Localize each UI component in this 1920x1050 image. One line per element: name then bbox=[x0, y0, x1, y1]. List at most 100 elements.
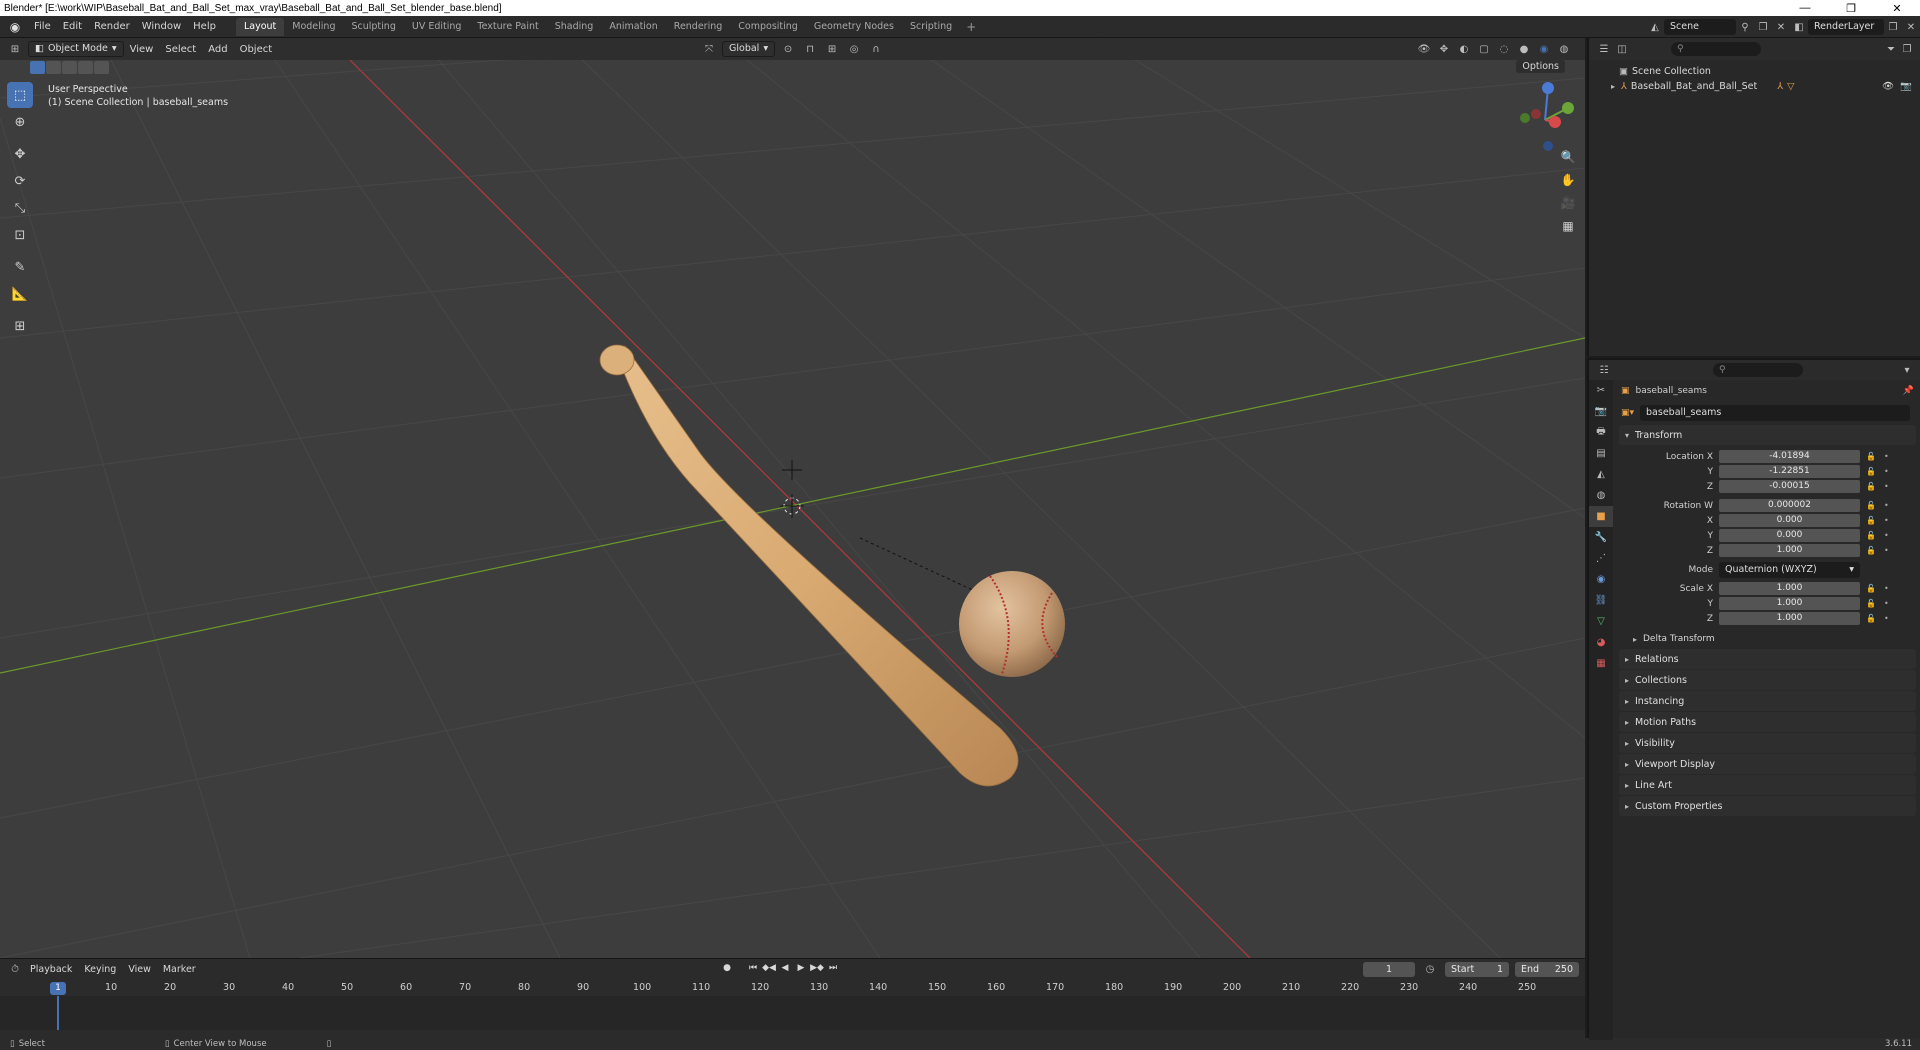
material-tab-icon[interactable]: ◕ bbox=[1589, 632, 1613, 653]
rotation-mode-dropdown[interactable]: Quaternion (WXYZ) ▾ bbox=[1719, 561, 1860, 578]
lock-icon[interactable]: 🔓 bbox=[1866, 546, 1876, 555]
line-art-panel-header[interactable]: ▸ Line Art bbox=[1619, 775, 1916, 795]
menu-select[interactable]: Select bbox=[159, 44, 202, 55]
tab-compositing[interactable]: Compositing bbox=[730, 18, 806, 36]
render-camera-icon[interactable]: 📷 bbox=[1900, 81, 1912, 92]
menu-help[interactable]: Help bbox=[187, 16, 222, 38]
menu-view[interactable]: View bbox=[124, 44, 160, 55]
editor-type-icon[interactable]: ⊞ bbox=[6, 41, 24, 57]
transform-orientation-dropdown[interactable]: Global ▾ bbox=[722, 41, 776, 57]
menu-keying[interactable]: Keying bbox=[78, 964, 122, 975]
scale-x-field[interactable]: 1.000 bbox=[1719, 582, 1860, 595]
tab-texture-paint[interactable]: Texture Paint bbox=[469, 18, 546, 36]
scene-selector[interactable]: Scene bbox=[1664, 19, 1736, 35]
scene-icon[interactable]: ◭ bbox=[1646, 19, 1664, 35]
next-keyframe-icon[interactable]: ▶◆ bbox=[810, 961, 824, 975]
ortho-grid-icon[interactable]: ▦ bbox=[1557, 215, 1579, 237]
baseball[interactable] bbox=[959, 571, 1065, 677]
keyframe-dot-icon[interactable]: • bbox=[1884, 452, 1889, 461]
solid-shading-icon[interactable]: ● bbox=[1515, 41, 1533, 57]
add-cube-tool-icon[interactable]: ⊞ bbox=[7, 313, 33, 339]
record-icon[interactable]: ● bbox=[720, 961, 734, 975]
viewport-display-panel-header[interactable]: ▸ Viewport Display bbox=[1619, 754, 1916, 774]
rendered-shading-icon[interactable]: ◍ bbox=[1555, 41, 1573, 57]
tab-rendering[interactable]: Rendering bbox=[666, 18, 731, 36]
lock-icon[interactable]: 🔓 bbox=[1866, 614, 1876, 623]
render-tab-icon[interactable]: 📷 bbox=[1589, 401, 1613, 422]
object-name-field[interactable]: baseball_seams bbox=[1640, 405, 1911, 421]
select-new-icon[interactable] bbox=[30, 61, 45, 74]
location-z-field[interactable]: -0.00015 bbox=[1719, 480, 1860, 493]
menu-playback[interactable]: Playback bbox=[24, 964, 78, 975]
keyframe-dot-icon[interactable]: • bbox=[1884, 614, 1889, 623]
lock-icon[interactable]: 🔓 bbox=[1866, 501, 1876, 510]
pivot-icon[interactable]: ⊙ bbox=[779, 41, 797, 57]
delete-scene-icon[interactable]: ✕ bbox=[1772, 19, 1790, 35]
menu-edit[interactable]: Edit bbox=[57, 16, 88, 38]
new-layer-icon[interactable]: ❐ bbox=[1884, 19, 1902, 35]
lock-icon[interactable]: 🔓 bbox=[1866, 467, 1876, 476]
world-tab-icon[interactable]: ◍ bbox=[1589, 485, 1613, 506]
instancing-panel-header[interactable]: ▸ Instancing bbox=[1619, 691, 1916, 711]
measure-tool-icon[interactable]: 📐 bbox=[7, 281, 33, 307]
eye-icon[interactable]: 👁 bbox=[1882, 81, 1894, 92]
current-frame-field[interactable]: 1 bbox=[1363, 961, 1415, 977]
keyframe-dot-icon[interactable]: • bbox=[1884, 546, 1889, 555]
proportional-edit-icon[interactable]: ◎ bbox=[845, 41, 863, 57]
rotate-tool-icon[interactable]: ⟳ bbox=[7, 168, 33, 194]
select-box-tool-icon[interactable]: ⬚ bbox=[7, 82, 33, 108]
tab-modeling[interactable]: Modeling bbox=[284, 18, 343, 36]
constraints-tab-icon[interactable]: ⛓ bbox=[1589, 590, 1613, 611]
snap-icon[interactable]: ⊓ bbox=[801, 41, 819, 57]
camera-view-icon[interactable]: 🎥 bbox=[1557, 192, 1579, 214]
outliner-editor-type-icon[interactable]: ☰ bbox=[1595, 41, 1613, 57]
particles-tab-icon[interactable]: ⋰ bbox=[1589, 548, 1613, 569]
keyframe-dot-icon[interactable]: • bbox=[1884, 467, 1889, 476]
modifier-tab-icon[interactable]: 🔧 bbox=[1589, 527, 1613, 548]
select-extend-icon[interactable] bbox=[46, 61, 61, 74]
texture-tab-icon[interactable]: ▦ bbox=[1589, 653, 1613, 674]
scale-z-field[interactable]: 1.000 bbox=[1719, 612, 1860, 625]
overlay-icon[interactable]: ◐ bbox=[1455, 41, 1473, 57]
delta-transform-subpanel[interactable]: ▸ Delta Transform bbox=[1615, 630, 1920, 648]
options-button[interactable]: Options bbox=[1516, 60, 1565, 73]
scene-tab-icon[interactable]: ◭ bbox=[1589, 464, 1613, 485]
clock-icon[interactable]: ◷ bbox=[1421, 961, 1439, 977]
object-tab-icon[interactable]: ■ bbox=[1589, 506, 1613, 527]
gizmo-icon[interactable]: ✥ bbox=[1435, 41, 1453, 57]
keyframe-dot-icon[interactable]: • bbox=[1884, 531, 1889, 540]
physics-tab-icon[interactable]: ◉ bbox=[1589, 569, 1613, 590]
start-frame-field[interactable]: Start 1 bbox=[1445, 961, 1509, 977]
cursor-tool-icon[interactable]: ⊕ bbox=[7, 109, 33, 135]
menu-object[interactable]: Object bbox=[234, 44, 279, 55]
rotation-w-field[interactable]: 0.000002 bbox=[1719, 499, 1860, 512]
relations-panel-header[interactable]: ▸ Relations bbox=[1619, 649, 1916, 669]
keyframe-dot-icon[interactable]: • bbox=[1884, 584, 1889, 593]
display-mode-icon[interactable]: ◫ bbox=[1613, 41, 1631, 57]
custom-properties-panel-header[interactable]: ▸ Custom Properties bbox=[1619, 796, 1916, 816]
motion-paths-panel-header[interactable]: ▸ Motion Paths bbox=[1619, 712, 1916, 732]
jump-start-icon[interactable]: ⏮ bbox=[746, 961, 760, 975]
playhead-frame[interactable]: 1 bbox=[50, 982, 66, 995]
chevron-down-icon[interactable]: ▾ bbox=[1898, 362, 1916, 378]
close-button[interactable]: ✕ bbox=[1874, 2, 1920, 15]
expand-arrow-icon[interactable]: ▸ bbox=[1611, 82, 1615, 91]
outliner-row-scene-collection[interactable]: ▣ Scene Collection bbox=[1589, 64, 1920, 79]
jump-end-icon[interactable]: ⏭ bbox=[826, 961, 840, 975]
visibility-icon[interactable]: 👁 bbox=[1415, 41, 1433, 57]
render-layer-selector[interactable]: RenderLayer bbox=[1808, 19, 1884, 35]
pin-icon[interactable]: ⚲ bbox=[1736, 19, 1754, 35]
data-tab-icon[interactable]: ▽ bbox=[1589, 611, 1613, 632]
xray-icon[interactable]: ▢ bbox=[1475, 41, 1493, 57]
collections-panel-header[interactable]: ▸ Collections bbox=[1619, 670, 1916, 690]
location-y-field[interactable]: -1.22851 bbox=[1719, 465, 1860, 478]
lock-icon[interactable]: 🔓 bbox=[1866, 482, 1876, 491]
playhead-line[interactable] bbox=[57, 996, 59, 1030]
tab-layout[interactable]: Layout bbox=[235, 17, 285, 36]
menu-file[interactable]: File bbox=[28, 16, 57, 38]
tool-tab-icon[interactable]: ✂ bbox=[1589, 380, 1613, 401]
keyframe-area[interactable] bbox=[0, 996, 1585, 1030]
rotation-z-field[interactable]: 1.000 bbox=[1719, 544, 1860, 557]
select-invert-icon[interactable] bbox=[78, 61, 93, 74]
snap-target-icon[interactable]: ⊞ bbox=[823, 41, 841, 57]
